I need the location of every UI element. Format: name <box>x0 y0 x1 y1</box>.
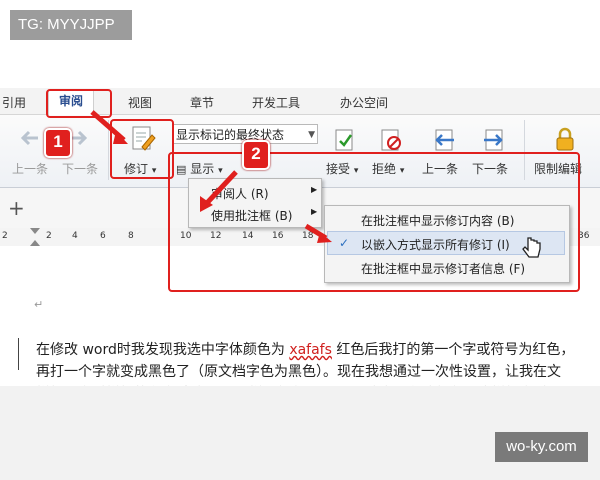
step-badge-1: 1 <box>44 128 72 158</box>
annotation-arrows <box>90 110 332 243</box>
hand-cursor-icon <box>522 236 542 266</box>
watermark-site: wo-ky.com <box>495 432 588 462</box>
step-badge-2: 2 <box>242 140 270 170</box>
arrow-2 <box>204 170 238 206</box>
